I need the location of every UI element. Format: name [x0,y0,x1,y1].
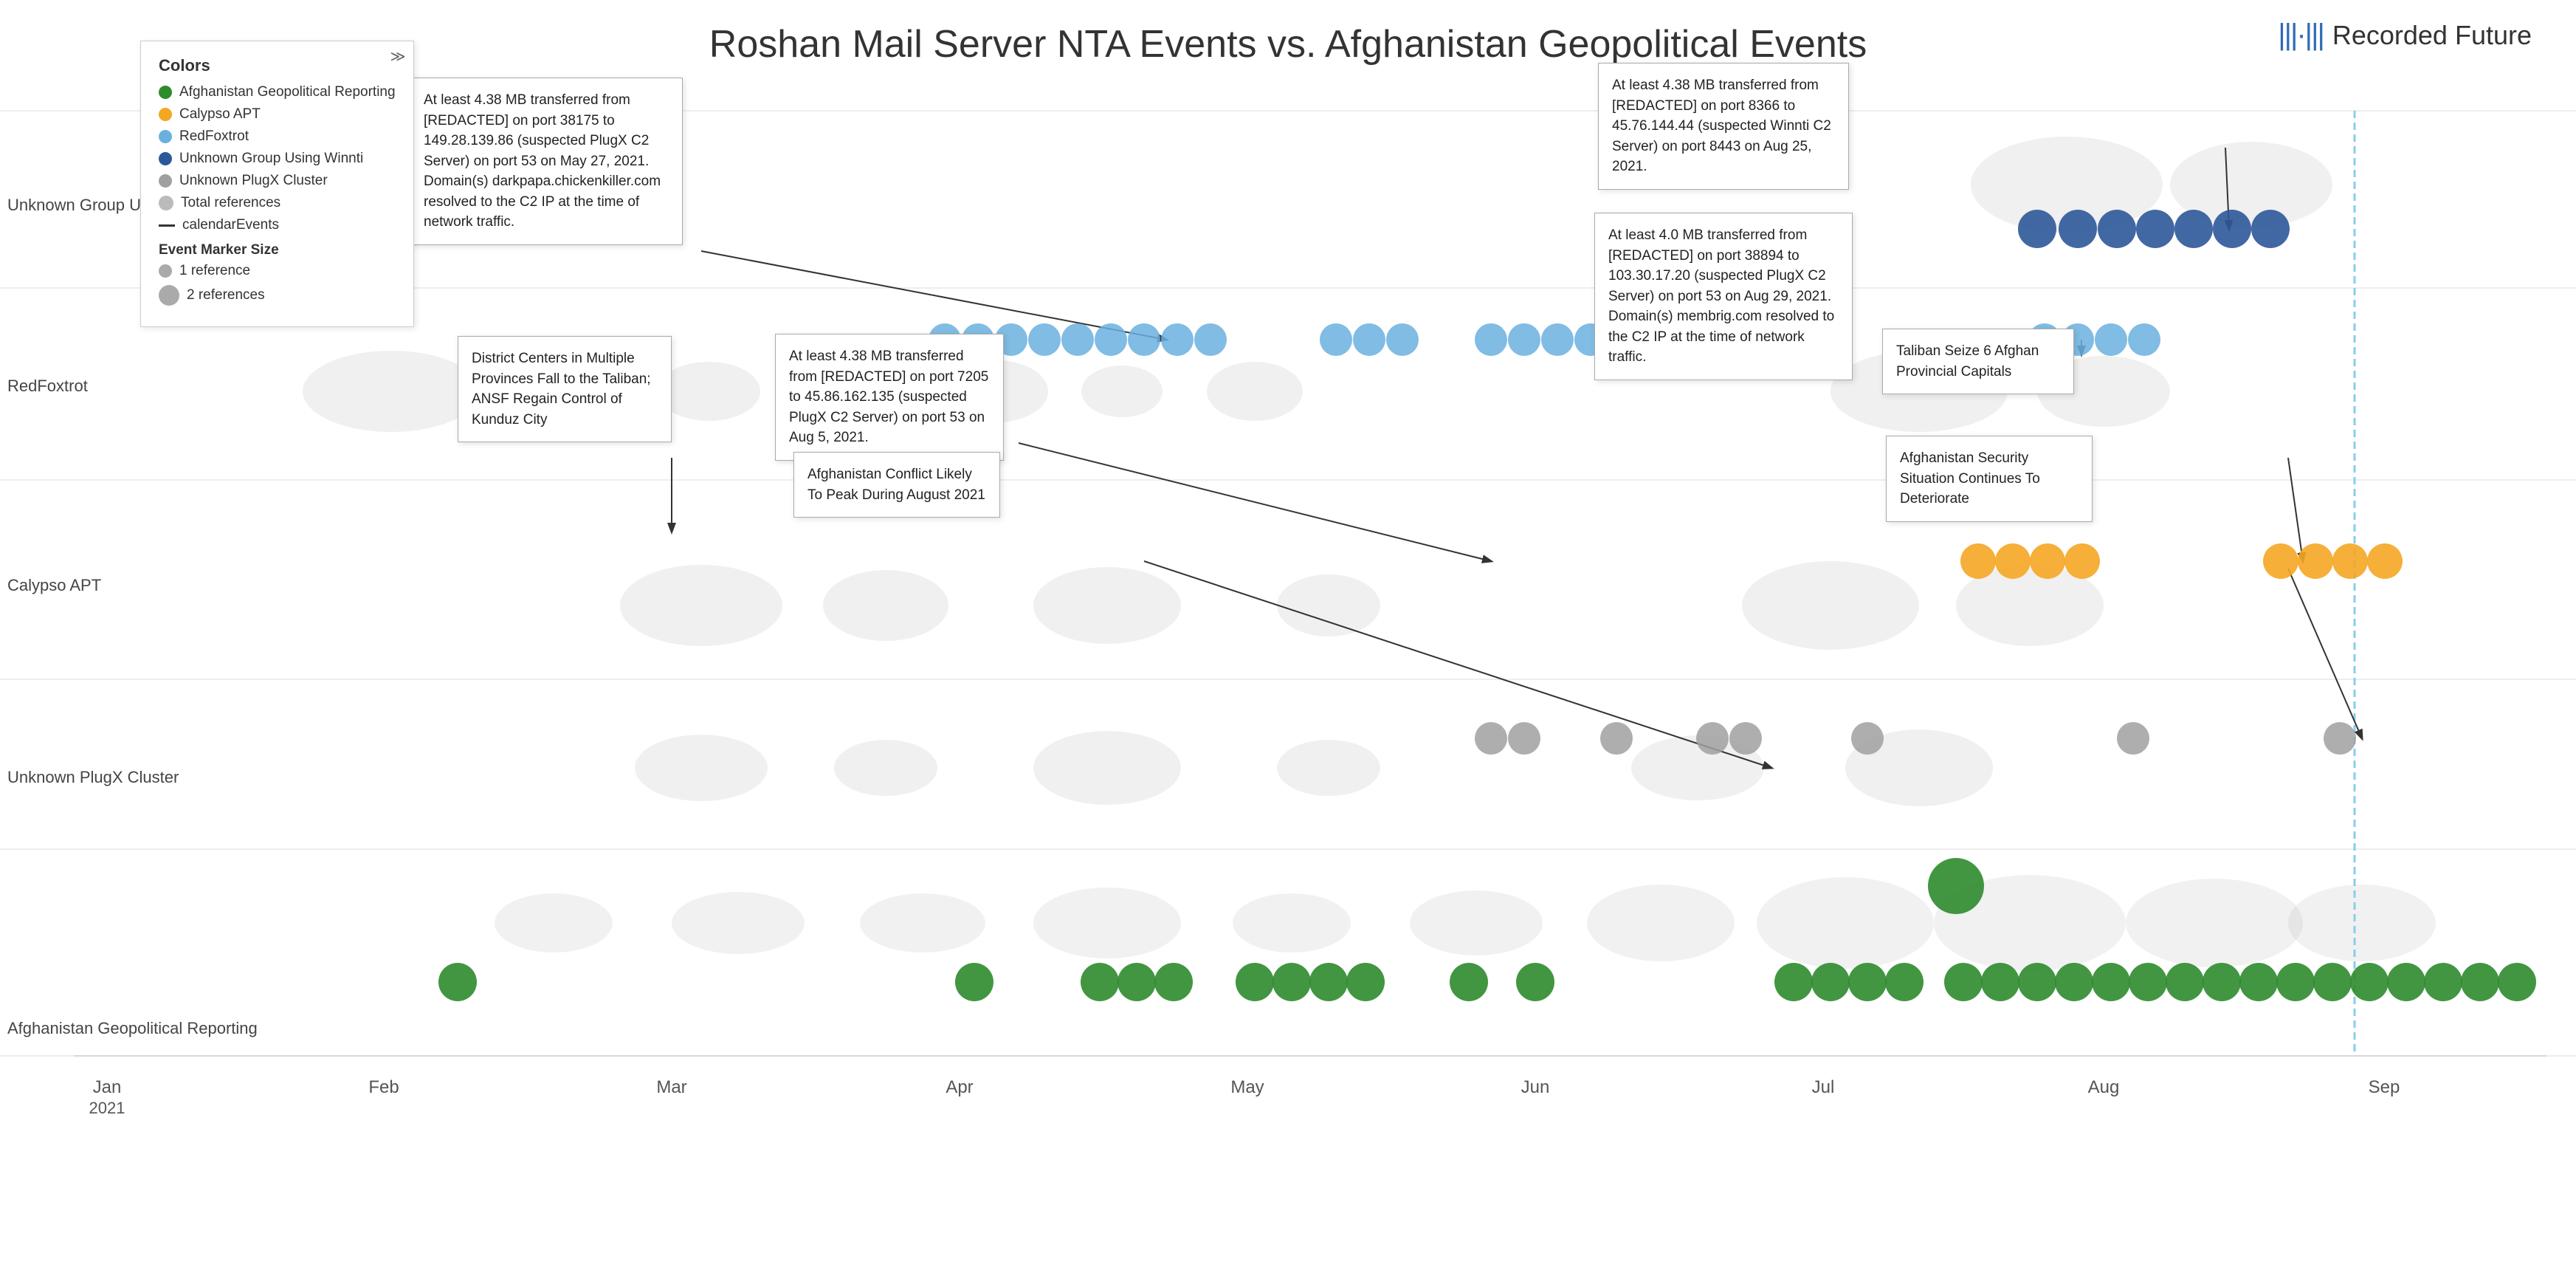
svg-text:Aug: Aug [2088,1077,2120,1097]
legend-items: Afghanistan Geopolitical Reporting Calyps… [159,84,396,233]
svg-text:Unknown PlugX Cluster: Unknown PlugX Cluster [7,768,179,786]
legend-size-item: 1 reference [159,263,396,279]
tooltip-conflict-peak: Afghanistan Conflict Likely To Peak Duri… [793,452,1000,518]
svg-text:RedFoxtrot: RedFoxtrot [7,377,88,395]
svg-text:Calypso APT: Calypso APT [7,576,101,594]
tooltip-redfoxtrot-may: At least 4.38 MB transferred from [REDAC… [410,78,683,245]
svg-text:Apr: Apr [946,1077,973,1097]
tooltip-taliban-seize: Taliban Seize 6 Afghan Provincial Capita… [1882,329,2074,394]
svg-text:Feb: Feb [368,1077,399,1097]
legend-item: Unknown PlugX Cluster [159,173,396,189]
tooltip-winnti-aug: At least 4.38 MB transferred from [REDAC… [1598,63,1849,190]
tooltip-calypso-aug: At least 4.38 MB transferred from [REDAC… [775,334,1004,461]
svg-text:2021: 2021 [89,1099,125,1117]
logo-text: Recorded Future [2332,20,2532,51]
tooltip-redfoxtrot-aug: At least 4.0 MB transferred from [REDACT… [1594,213,1853,380]
legend-item: calendarEvents [159,217,396,233]
legend-size-item: 2 references [159,285,396,306]
legend-item: Afghanistan Geopolitical Reporting [159,84,396,100]
legend-box: ≫ Colors Afghanistan Geopolitical Report… [140,41,414,327]
logo-icon: |||·||| [2278,18,2324,52]
svg-text:Sep: Sep [2369,1077,2400,1097]
legend-size-title: Event Marker Size [159,242,396,258]
svg-text:Jul: Jul [1812,1077,1835,1097]
svg-text:Mar: Mar [656,1077,686,1097]
tooltip-district-centers: District Centers in Multiple Provinces F… [458,336,672,442]
legend-item: Total references [159,195,396,211]
legend-item: Calypso APT [159,106,396,123]
svg-text:Jan: Jan [93,1077,122,1097]
collapse-icon[interactable]: ≫ [390,47,406,66]
legend-item: RedFoxtrot [159,128,396,145]
logo: |||·||| Recorded Future [2278,18,2532,52]
legend-title: Colors [159,56,396,75]
svg-text:Afghanistan Geopolitical Repor: Afghanistan Geopolitical Reporting [7,1019,258,1037]
chart-title: Roshan Mail Server NTA Events vs. Afghan… [709,22,1867,66]
legend-item: Unknown Group Using Winnti [159,151,396,167]
svg-text:May: May [1230,1077,1264,1097]
legend-size-items: 1 reference 2 references [159,263,396,306]
tooltip-security-deteriorate: Afghanistan Security Situation Continues… [1886,436,2093,522]
svg-text:Jun: Jun [1521,1077,1550,1097]
